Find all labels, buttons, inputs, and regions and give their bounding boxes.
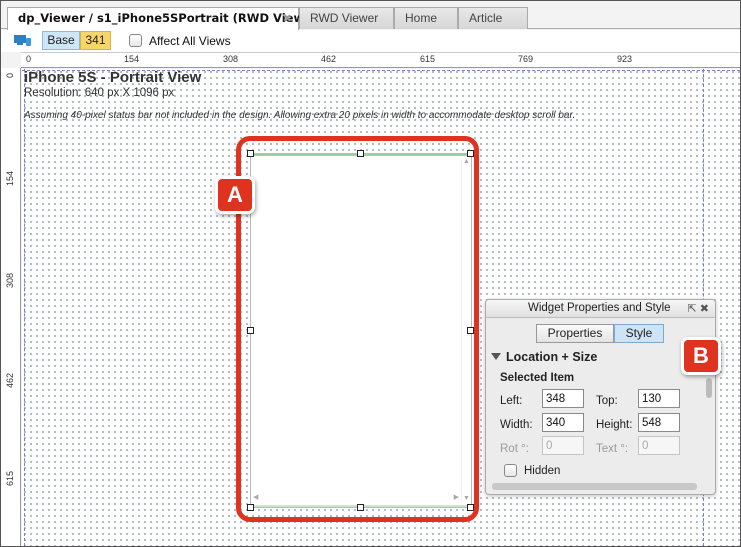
width-input[interactable] (542, 413, 584, 432)
page-title: iPhone 5S - Portrait View (24, 69, 202, 86)
width-label: Width: (500, 419, 533, 431)
panel-title: Widget Properties and Style (528, 302, 671, 314)
rotation-label: Rot °: (500, 443, 529, 455)
rotation-input[interactable] (542, 436, 584, 455)
tab-article[interactable]: Article (458, 7, 528, 29)
toolbar: Base 341 Affect All Views (1, 30, 740, 52)
close-icon[interactable]: ✖ (283, 12, 292, 25)
base-view-button[interactable]: Base (42, 31, 80, 50)
tab-label: dp_Viewer / s1_iPhone5SPortrait (RWD Vie… (18, 11, 323, 25)
view-341-button[interactable]: 341 (80, 31, 111, 50)
tab-label: Article (469, 11, 503, 25)
horizontal-ruler: 0 154 308 462 615 769 923 (21, 52, 740, 68)
app-window: dp_Viewer / s1_iPhone5SPortrait (RWD Vie… (0, 0, 741, 547)
hidden-checkbox[interactable] (504, 464, 517, 477)
panel-horizontal-scrollbar[interactable] (492, 483, 697, 490)
collapse-triangle-icon[interactable] (491, 353, 501, 360)
tab-bar: dp_Viewer / s1_iPhone5SPortrait (RWD Vie… (1, 7, 740, 30)
tab-properties[interactable]: Properties (536, 324, 614, 343)
ruler-tick-label: 0 (5, 72, 15, 78)
affect-all-views-checkbox[interactable] (129, 34, 142, 47)
tab-label: Home (405, 11, 438, 25)
ruler-tick-label: 462 (5, 372, 15, 388)
callout-a: A (215, 176, 255, 214)
ruler-tick-label: 462 (321, 54, 337, 64)
ruler-tick-label: 0 (26, 54, 32, 64)
top-label: Top: (596, 395, 618, 407)
ruler-tick-label: 615 (5, 470, 15, 486)
affect-all-views-label: Affect All Views (149, 34, 231, 48)
widget-properties-panel: Widget Properties and Style ⇱ ✖ Properti… (485, 299, 716, 495)
vertical-ruler: 0 154 308 462 615 (1, 68, 21, 546)
height-input[interactable] (638, 413, 680, 432)
tab-home[interactable]: Home (394, 7, 458, 29)
selected-item-heading: Selected Item (500, 372, 575, 384)
guide-line (24, 69, 25, 546)
tab-label: RWD Viewer (310, 11, 379, 25)
panel-window-icons[interactable]: ⇱ ✖ (688, 302, 710, 315)
text-rotation-label: Text °: (596, 443, 629, 455)
ruler-tick-label: 769 (518, 54, 534, 64)
top-input[interactable] (638, 389, 680, 408)
page-resolution: Resolution: 640 px X 1096 px (24, 87, 175, 99)
devices-icon[interactable] (14, 34, 32, 46)
hidden-label: Hidden (524, 465, 561, 477)
ruler-tick-label: 154 (124, 54, 140, 64)
page-note: Assuming 40-pixel status bar not include… (24, 110, 576, 121)
panel-header: Widget Properties and Style ⇱ ✖ (486, 300, 715, 318)
ruler-tick-label: 308 (223, 54, 239, 64)
ruler-tick-label: 923 (617, 54, 633, 64)
ruler-tick-label: 154 (5, 170, 15, 186)
height-label: Height: (596, 419, 633, 431)
tab-style[interactable]: Style (614, 324, 664, 343)
ruler-tick-label: 615 (420, 54, 436, 64)
panel-scroll-thumb[interactable] (706, 378, 712, 398)
callout-b: B (681, 337, 721, 375)
section-location-size[interactable]: Location + Size (506, 350, 597, 364)
left-input[interactable] (542, 389, 584, 408)
ruler-tick-label: 308 (5, 272, 15, 288)
highlight-frame-a (236, 136, 479, 522)
text-rotation-input[interactable] (638, 436, 680, 455)
left-label: Left: (500, 395, 523, 407)
tab-rwd-viewer[interactable]: RWD Viewer (299, 7, 394, 29)
tab-rwd-viewer-page[interactable]: dp_Viewer / s1_iPhone5SPortrait (RWD Vie… (7, 7, 323, 30)
